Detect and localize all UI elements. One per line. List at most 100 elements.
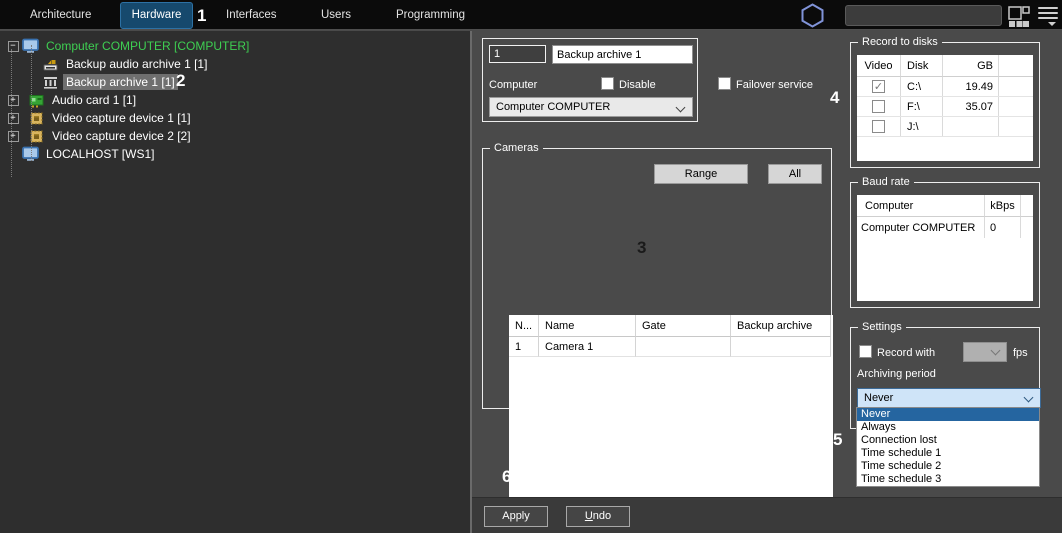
camera-row[interactable]: 1 Camera 1 — [509, 337, 833, 357]
annotation-5: 5 — [833, 430, 843, 449]
camera-name-cell: Camera 1 — [539, 337, 636, 357]
expand-icon[interactable] — [7, 94, 19, 106]
identity-groupbox: Computer Disable Computer COMPUTER — [482, 38, 698, 122]
disk-row[interactable]: C:\ 19.49 — [857, 77, 1033, 97]
option-time-schedule-3[interactable]: Time schedule 3 — [857, 473, 1039, 486]
baud-table-header: Computer kBps — [857, 195, 1033, 217]
col-kbps: kBps — [985, 195, 1021, 217]
all-button[interactable]: All — [768, 164, 822, 184]
tree-item-label: Video capture device 1 [1] — [52, 111, 191, 125]
fps-dropdown[interactable] — [963, 342, 1007, 362]
cameras-table-header: N... Name Gate Backup archive — [509, 315, 833, 337]
hamburger-menu-icon[interactable] — [1038, 7, 1058, 26]
tree-item-backup-archive[interactable]: Backup archive 1 [1] — [26, 73, 470, 91]
baud-row[interactable]: Computer COMPUTER 0 — [857, 217, 1033, 238]
tree-connector-line — [11, 49, 12, 177]
computer-dropdown[interactable]: Computer COMPUTER — [489, 97, 693, 117]
computer-dropdown-value: Computer COMPUTER — [496, 101, 611, 113]
chevron-down-icon — [675, 102, 686, 113]
record-to-disks-title: Record to disks — [858, 36, 942, 48]
backup-audio-archive-icon — [42, 56, 59, 72]
action-bar: Apply Undo — [472, 497, 1062, 533]
search-input[interactable] — [845, 5, 1002, 26]
archiving-period-dropdown[interactable]: Never — [857, 388, 1041, 408]
record-with-label: Record with — [877, 347, 936, 359]
disk-row[interactable]: F:\ 35.07 — [857, 97, 1033, 117]
disk-name: J:\ — [901, 117, 943, 136]
archiving-period-options-list: Never Always Connection lost Time schedu… — [856, 407, 1040, 487]
camera-gate-cell — [636, 337, 731, 357]
disks-table[interactable]: Video Disk GB C:\ 19.49 F:\ 35.07 — [857, 55, 1033, 161]
expand-icon[interactable] — [7, 112, 19, 124]
cameras-table[interactable]: N... Name Gate Backup archive 1 Camera 1… — [509, 315, 833, 526]
device-tree-panel: Computer COMPUTER [COMPUTER] Backup audi… — [0, 31, 470, 533]
archiving-period-value: Never — [864, 392, 894, 404]
col-name[interactable]: Name — [539, 315, 636, 337]
disk-row[interactable]: J:\ — [857, 117, 1033, 137]
disk-video-checkbox[interactable] — [872, 100, 885, 113]
tab-architecture[interactable]: Architecture — [30, 0, 91, 30]
baud-rate-title: Baud rate — [858, 176, 914, 188]
tree-item-label: Computer COMPUTER [COMPUTER] — [46, 39, 250, 53]
col-backup-archive[interactable]: Backup archive — [731, 315, 831, 337]
disk-name: C:\ — [901, 77, 943, 96]
chevron-down-icon — [1023, 392, 1034, 403]
failover-label: Failover service — [736, 79, 814, 91]
tree-item-video-capture-1[interactable]: Video capture device 1 [1] — [7, 109, 470, 127]
col-number[interactable]: N... — [509, 315, 539, 337]
name-field[interactable] — [552, 45, 693, 64]
application-window: Architecture Hardware Interfaces Users P… — [0, 0, 1062, 533]
computer-label: Computer — [489, 79, 538, 91]
col-video: Video — [857, 55, 901, 77]
apply-button[interactable]: Apply — [484, 506, 548, 527]
undo-label-rest: ndo — [592, 510, 612, 522]
top-menu-bar: Architecture Hardware Interfaces Users P… — [0, 0, 1062, 30]
tab-hardware[interactable]: Hardware — [120, 2, 193, 29]
tree-item-label: LOCALHOST [WS1] — [46, 147, 155, 161]
id-field[interactable] — [489, 45, 546, 63]
baud-computer: Computer COMPUTER — [857, 217, 985, 238]
collapse-icon[interactable] — [7, 40, 19, 52]
disable-label: Disable — [619, 79, 656, 91]
disks-table-header: Video Disk GB — [857, 55, 1033, 77]
col-gate[interactable]: Gate — [636, 315, 731, 337]
tab-interfaces[interactable]: Interfaces — [226, 0, 277, 30]
undo-button[interactable]: Undo — [566, 506, 630, 527]
camera-number-cell: 1 — [509, 337, 539, 357]
tab-users[interactable]: Users — [321, 0, 351, 30]
disk-gb — [943, 117, 999, 136]
tree-item-computer[interactable]: Computer COMPUTER [COMPUTER] — [6, 37, 470, 55]
range-button[interactable]: Range — [654, 164, 748, 184]
disk-name: F:\ — [901, 97, 943, 116]
fps-label: fps — [1013, 347, 1028, 359]
tree-connector-line — [31, 45, 32, 161]
tab-programming[interactable]: Programming — [396, 0, 465, 30]
option-time-schedule-1[interactable]: Time schedule 1 — [857, 447, 1039, 460]
tree-item-label: Video capture device 2 [2] — [52, 129, 191, 143]
expand-icon[interactable] — [7, 130, 19, 142]
col-gb: GB — [943, 55, 999, 77]
backup-archive-icon — [42, 74, 59, 90]
option-never[interactable]: Never — [857, 408, 1039, 421]
baud-table[interactable]: Computer kBps Computer COMPUTER 0 — [857, 195, 1033, 301]
record-with-checkbox[interactable] — [859, 345, 872, 358]
tree-item-audio-card[interactable]: Audio card 1 [1] — [7, 91, 470, 109]
tree-item-label: Audio card 1 [1] — [52, 93, 137, 107]
option-always[interactable]: Always — [857, 421, 1039, 434]
disk-video-checkbox[interactable] — [872, 120, 885, 133]
settings-panel: Computer Disable Computer COMPUTER Failo… — [472, 31, 1062, 533]
tree-item-backup-audio-archive[interactable]: Backup audio archive 1 [1] — [26, 55, 470, 73]
tree-item-video-capture-2[interactable]: Video capture device 2 [2] — [7, 127, 470, 145]
option-connection-lost[interactable]: Connection lost — [857, 434, 1039, 447]
annotation-4: 4 — [830, 88, 840, 107]
option-time-schedule-2[interactable]: Time schedule 2 — [857, 460, 1039, 473]
undo-accelerator: U — [584, 510, 593, 522]
failover-checkbox[interactable] — [718, 77, 731, 90]
col-disk: Disk — [901, 55, 943, 77]
disk-video-checkbox[interactable] — [872, 80, 885, 93]
disk-gb: 19.49 — [943, 77, 999, 96]
tree-item-localhost[interactable]: LOCALHOST [WS1] — [6, 145, 470, 163]
disable-checkbox[interactable] — [601, 77, 614, 90]
layout-grid-icon[interactable] — [1008, 6, 1030, 28]
record-to-disks-groupbox: Record to disks Video Disk GB C:\ 19.49 … — [850, 36, 1040, 168]
